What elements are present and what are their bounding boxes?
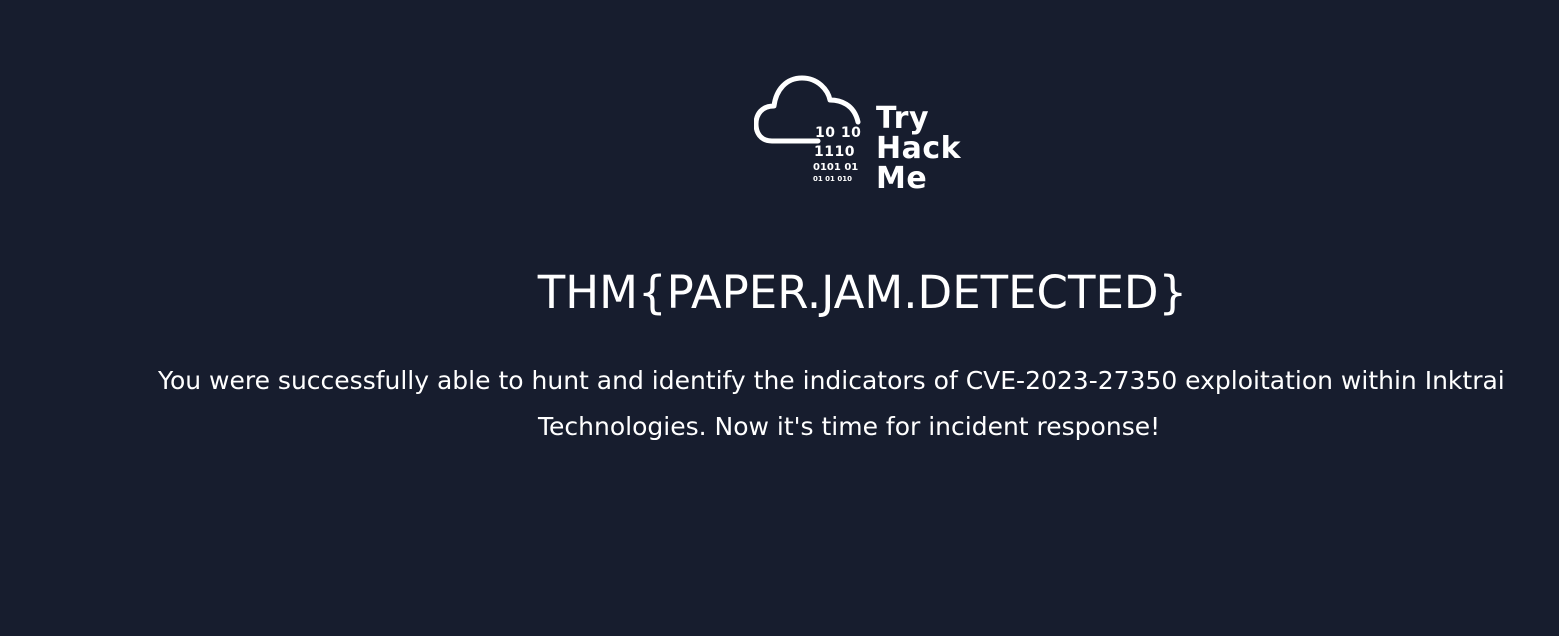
flag-heading: THM{PAPER.JAM.DETECTED} [537, 266, 1188, 319]
brand-line-try: Try [876, 101, 930, 136]
completion-message: You were successfully able to hunt and i… [158, 358, 1559, 441]
binary-digits: 10 10 1110 0101 01 01 01 010 [813, 125, 862, 183]
brand-line-me: Me [876, 161, 928, 196]
brand-line-hack: Hack [876, 131, 962, 166]
tryhackme-logo: 10 10 1110 0101 01 01 01 010 Try Hack Me [754, 74, 974, 202]
message-line-2: Technologies. Now it's time for incident… [538, 412, 1161, 441]
completion-page: 10 10 1110 0101 01 01 01 010 Try Hack Me… [0, 0, 1559, 636]
message-line-1: You were successfully able to hunt and i… [158, 366, 1505, 395]
brand-name: Try Hack Me [876, 104, 961, 194]
